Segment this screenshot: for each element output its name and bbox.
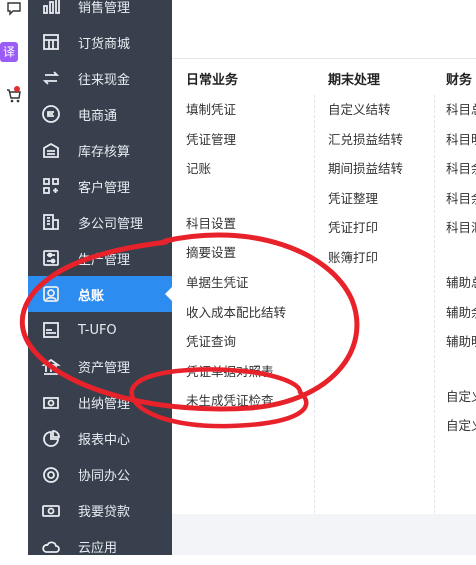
money-icon: [40, 500, 62, 522]
sidebar-item[interactable]: 我要贷款: [28, 493, 172, 529]
sidebar-item[interactable]: 资产管理: [28, 349, 172, 385]
sidebar-item-label: T-UFO: [78, 322, 117, 338]
exchange-arrows-icon: [40, 67, 62, 89]
sidebar-item[interactable]: 总账: [28, 276, 172, 313]
sidebar-item-label: 库存核算: [78, 144, 131, 160]
sidebar-item-label: 协同办公: [78, 469, 131, 485]
sidebar-item[interactable]: 多公司管理: [28, 204, 172, 240]
column-divider: [434, 95, 435, 513]
sidebar-item-label: 多公司管理: [78, 216, 144, 232]
sidebar-item-label: 出纳管理: [78, 397, 131, 413]
sidebar-item[interactable]: 销售管理: [28, 0, 172, 24]
sidebar-item-label: 我要贷款: [78, 505, 131, 521]
menu-link[interactable]: 科目余: [446, 188, 476, 207]
collab-icon: [40, 464, 62, 486]
menu-link[interactable]: 填制凭证: [186, 99, 236, 118]
sidebar-item-label: 电商通: [78, 108, 118, 124]
menu-link[interactable]: 科目汇: [446, 217, 476, 236]
menu-link[interactable]: 科目总: [446, 99, 476, 118]
bank-icon: [40, 356, 62, 378]
menu-link[interactable]: 自定义结转: [328, 99, 391, 118]
cart-icon[interactable]: [0, 86, 28, 110]
sidebar-item[interactable]: 出纳管理: [28, 385, 172, 421]
menu-column-header: 期末处理: [328, 73, 381, 88]
sidebar-item-label: 客户管理: [78, 180, 131, 196]
menu-link[interactable]: 辅助余: [446, 302, 476, 321]
grid-plus-icon: [40, 175, 62, 197]
menu-link[interactable]: 单据生凭证: [186, 272, 249, 291]
menu-link[interactable]: 期间损益结转: [328, 158, 403, 177]
menu-link[interactable]: 凭证打印: [328, 217, 378, 236]
menu-link[interactable]: 凭证查询: [186, 331, 236, 350]
menu-link[interactable]: 收入成本配比结转: [186, 302, 286, 321]
sidebar-item-label: 报表中心: [78, 433, 131, 449]
menu-column-header: 日常业务: [186, 73, 239, 88]
left-widget-strip: 译: [0, 0, 28, 555]
sidebar-item[interactable]: T-UFO: [28, 312, 172, 348]
notification-dot: [14, 86, 20, 92]
sidebar-item-label: 资产管理: [78, 361, 131, 376]
panel-footer: [172, 514, 476, 555]
store-icon: [40, 31, 62, 53]
menu-column-header: 财务: [446, 73, 473, 88]
chat-icon[interactable]: [0, 0, 28, 20]
menu-link[interactable]: 账簿打印: [328, 247, 378, 266]
cash-icon: [40, 392, 62, 414]
sidebar-item-label: 销售管理: [78, 0, 131, 16]
ufo-doc-icon: [40, 319, 62, 341]
menu-link[interactable]: 凭证整理: [328, 188, 378, 207]
menu-link[interactable]: 凭证单据对照表: [186, 361, 274, 380]
sidebar-item[interactable]: 云应用: [28, 529, 172, 565]
sidebar-item[interactable]: 订货商城: [28, 24, 172, 60]
building-icon: [40, 211, 62, 233]
sliders-icon: [40, 247, 62, 269]
menu-link[interactable]: 未生成凭证检查: [186, 390, 274, 409]
menu-link[interactable]: 记账: [186, 158, 211, 177]
sidebar-item-label: 总账: [78, 288, 105, 304]
menu-link[interactable]: 摘要设置: [186, 242, 236, 261]
sidebar-item[interactable]: 往来现金: [28, 60, 172, 96]
menu-link[interactable]: 科目设置: [186, 213, 236, 232]
menu-link[interactable]: 辅助明: [446, 331, 476, 350]
menu-link[interactable]: 自定义: [446, 415, 476, 434]
translate-button[interactable]: 译: [0, 42, 18, 62]
general-ledger-menu-panel: 日常业务 填制凭证 凭证管理 记账 科目设置 摘要设置 单据生凭证 收入成本配比结转 凭证查询凭…: [172, 58, 476, 515]
sidebar-item[interactable]: 生产管理: [28, 240, 172, 276]
warehouse-icon: [40, 139, 62, 161]
sidebar-item[interactable]: 报表中心: [28, 421, 172, 457]
sidebar-item-label: 云应用: [78, 541, 118, 557]
sidebar-item[interactable]: 电商通: [28, 96, 172, 132]
menu-link[interactable]: 科目余: [446, 158, 476, 177]
sidebar-item[interactable]: 客户管理: [28, 168, 172, 204]
sidebar-item-label: 往来现金: [78, 72, 131, 88]
menu-link[interactable]: 凭证管理: [186, 129, 236, 148]
menu-link[interactable]: 汇兑损益结转: [328, 129, 403, 148]
cloud-icon: [40, 536, 62, 558]
e-circle-icon: [40, 103, 62, 125]
sidebar-item-label: 订货商城: [78, 36, 131, 52]
sidebar-item[interactable]: 库存核算: [28, 132, 172, 168]
column-divider: [314, 95, 315, 513]
menu-link[interactable]: 科目明: [446, 129, 476, 148]
sidebar-item[interactable]: 协同办公: [28, 457, 172, 493]
pie-chart-icon: [40, 428, 62, 450]
chart-bars-icon: [40, 0, 62, 17]
menu-link[interactable]: 自定义: [446, 386, 476, 405]
ledger-icon: [40, 283, 62, 305]
menu-link[interactable]: 辅助总: [446, 272, 476, 291]
sidebar-item-label: 生产管理: [78, 252, 131, 268]
sidebar: 销售管理订货商城往来现金电商通库存核算客户管理多公司管理生产管理总账 T-UFO 资…: [28, 0, 172, 556]
